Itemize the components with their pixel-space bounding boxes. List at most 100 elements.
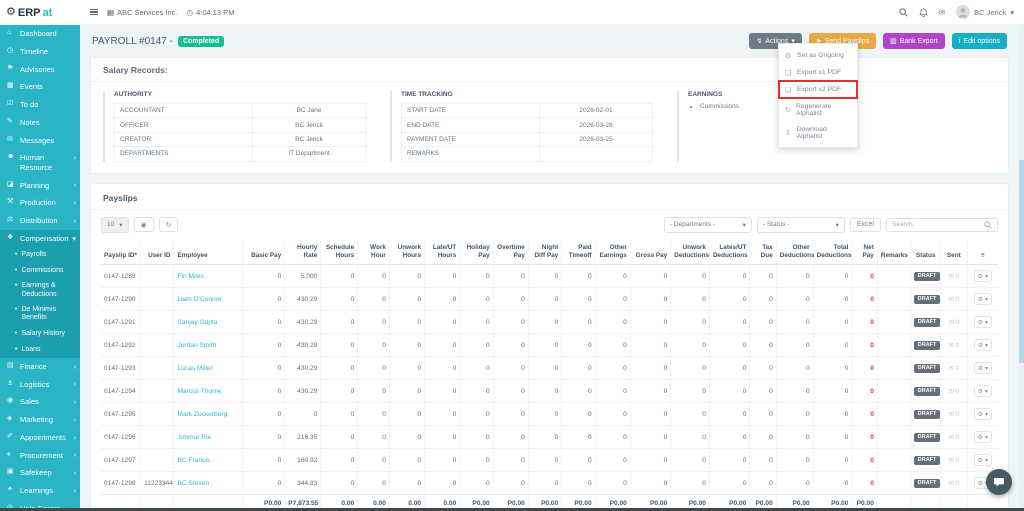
column-header-unwork-deductions[interactable]: Unwork Deductions bbox=[670, 239, 710, 266]
sidebar-item-messages[interactable]: ✉ Messages bbox=[0, 132, 80, 150]
notifications-bell-icon[interactable] bbox=[919, 7, 928, 17]
sidebar-item-salary-history[interactable]: • Salary History bbox=[0, 326, 80, 342]
bank-export-button[interactable]: ▥ Bank Export bbox=[883, 33, 945, 49]
row-actions-button[interactable]: ⚙▾ bbox=[973, 362, 992, 375]
amount-cell: 0 bbox=[749, 425, 777, 449]
amount-cell: 430.29 bbox=[284, 287, 322, 311]
sidebar-item-compensation[interactable]: ❖ Compensation ▾ bbox=[0, 230, 80, 248]
row-actions-button[interactable]: ⚙▾ bbox=[973, 270, 992, 283]
sidebar-item-procurement[interactable]: ♦ Procurement › bbox=[0, 446, 80, 464]
employee-link[interactable]: Johmar Rie bbox=[177, 434, 211, 441]
sidebar-item-advisories[interactable]: ⚑ Advisories bbox=[0, 61, 80, 79]
sidebar-item-earnings-deductions[interactable]: • Earnings & Deductions bbox=[0, 279, 80, 303]
status-filter-select[interactable]: - Status - ▾ bbox=[756, 216, 845, 233]
sidebar-item-de-minimis-benefits[interactable]: • De Minimis Benefits bbox=[0, 303, 80, 327]
excel-export-button[interactable]: Excel bbox=[849, 217, 881, 232]
sidebar-item-production[interactable]: ⚒ Production › bbox=[0, 194, 80, 212]
sidebar-item-payrolls[interactable]: • Payrolls bbox=[0, 247, 80, 263]
remarks-cell bbox=[877, 287, 912, 311]
refresh-button[interactable]: ↻ bbox=[158, 217, 179, 232]
row-actions-button[interactable]: ⚙▾ bbox=[973, 454, 992, 467]
sidebar-item-finance[interactable]: ▤ Finance › bbox=[0, 358, 80, 376]
menu-item-export-x2-pdf[interactable]: ❏ Export x2 PDF bbox=[778, 80, 858, 99]
employee-link[interactable]: Fin Miles bbox=[177, 273, 203, 280]
column-header-schedule-hours[interactable]: Schedule Hours bbox=[320, 239, 359, 266]
employee-link[interactable]: BC Steven bbox=[177, 480, 209, 487]
toggle-columns-eye-button[interactable]: ◉ bbox=[133, 217, 154, 232]
menu-toggle-icon[interactable] bbox=[90, 8, 98, 16]
edit-options-button[interactable]: i Edit options bbox=[951, 33, 1007, 49]
column-header-other-earnings[interactable]: Other Earnings bbox=[595, 239, 631, 266]
sidebar-item-dashboard[interactable]: ⌂ Dashboard bbox=[0, 25, 80, 43]
sidebar-item-commissions[interactable]: • Commissions bbox=[0, 263, 80, 279]
employee-link[interactable]: Mark Zuckerberg bbox=[177, 411, 227, 418]
column-header-employee[interactable]: Employee bbox=[173, 239, 244, 266]
row-actions-button[interactable]: ⚙▾ bbox=[973, 385, 992, 398]
column-header-tax-due[interactable]: Tax Due bbox=[749, 239, 777, 266]
sidebar-item-sales[interactable]: ◉ Sales › bbox=[0, 393, 80, 411]
sidebar-item-planning[interactable]: ◪ Planning › bbox=[0, 176, 80, 194]
sidebar-item-marketing[interactable]: ◈ Marketing › bbox=[0, 411, 80, 429]
scrollbar-thumb[interactable] bbox=[1019, 160, 1024, 364]
chevron-right-icon: › bbox=[73, 468, 77, 478]
column-header-overtime-pay[interactable]: Overtime Pay bbox=[493, 239, 529, 266]
column-header-paid-timeoff[interactable]: Paid Timeoff bbox=[561, 239, 596, 266]
employee-link[interactable]: Marcus Thorne bbox=[177, 388, 221, 395]
row-actions-button[interactable]: ⚙▾ bbox=[973, 339, 992, 352]
sidebar-item-learnings[interactable]: ✦ Learnings › bbox=[0, 482, 80, 500]
employee-link[interactable]: BC Francis bbox=[177, 457, 210, 464]
employee-link[interactable]: Lucas Miller bbox=[177, 365, 212, 372]
row-actions-button[interactable]: ⚙▾ bbox=[973, 431, 992, 444]
sidebar-item-distribution[interactable]: ⚖ Distribution › bbox=[0, 212, 80, 230]
sidebar-item-safekeep[interactable]: ▣ Safekeep › bbox=[0, 464, 80, 482]
sidebar-item-loans[interactable]: • Loans bbox=[0, 342, 80, 358]
scrollbar-track[interactable] bbox=[1019, 25, 1024, 508]
column-header-status[interactable]: Status bbox=[910, 239, 942, 266]
user-menu[interactable]: BC Jerick ▾ bbox=[956, 5, 1014, 19]
per-page-select[interactable]: 10 ▾ bbox=[101, 216, 129, 233]
sidebar-item-appointments[interactable]: ✐ Appointments › bbox=[0, 429, 80, 447]
employee-link[interactable]: Jordan Smith bbox=[177, 342, 216, 349]
column-header-work-hour[interactable]: Work Hour bbox=[357, 239, 390, 266]
column-header-gross-pay[interactable]: Gross Pay bbox=[630, 239, 672, 266]
sidebar-item-human-resource[interactable]: ☻ Human Resource › bbox=[0, 149, 80, 176]
column-header-basic-pay[interactable]: Basic Pay bbox=[242, 239, 286, 266]
employee-link[interactable]: Sanjay Gupta bbox=[177, 319, 217, 326]
column-header-sent[interactable]: Sent bbox=[940, 239, 968, 266]
menu-item-export-x1-pdf[interactable]: ❏ Export x1 PDF bbox=[779, 64, 857, 81]
menu-item-download-alphalist[interactable]: ↧ Download Alphalist bbox=[779, 121, 857, 144]
sidebar-item-timeline[interactable]: ◷ Timeline bbox=[0, 43, 80, 61]
column-header-lates-ut-deductions[interactable]: Lates/UT Deductions bbox=[709, 239, 751, 266]
column-header-total-deductions[interactable]: Total Deductions bbox=[813, 239, 853, 266]
amount-cell: 0 bbox=[595, 264, 631, 288]
chat-fab-button[interactable] bbox=[986, 469, 1012, 495]
column-header-remarks[interactable]: Remarks bbox=[877, 239, 912, 266]
sidebar-item-to-do[interactable]: ☑ To do bbox=[0, 96, 80, 114]
row-actions-button[interactable]: ⚙▾ bbox=[973, 293, 992, 306]
departments-filter-select[interactable]: - Departments - ▾ bbox=[663, 216, 752, 233]
column-header-payslip-id[interactable]: Payslip ID* bbox=[101, 239, 142, 266]
employee-link[interactable]: Liam O'Connor bbox=[177, 296, 221, 303]
amount-cell: 0 bbox=[242, 356, 286, 380]
row-actions-button[interactable]: ⚙▾ bbox=[973, 316, 992, 329]
menu-item-regenerate-alphalist[interactable]: ↻ Regenerate Alphalist bbox=[779, 98, 857, 121]
search-input[interactable] bbox=[892, 221, 981, 228]
column-header-late-ut-hours[interactable]: Late/UT Hours bbox=[424, 239, 461, 266]
column-header-user-id[interactable]: User ID bbox=[140, 239, 175, 266]
column-header-holiday-pay[interactable]: Holiday Pay bbox=[459, 239, 494, 266]
column-header-net-pay[interactable]: Net Pay bbox=[851, 239, 878, 266]
column-header-other-deductions[interactable]: Other Deductions bbox=[776, 239, 815, 266]
column-header-night-diff-pay[interactable]: Night Diff Pay bbox=[528, 239, 563, 266]
sidebar-item-logistics[interactable]: ⚓ Logistics › bbox=[0, 375, 80, 393]
mail-icon[interactable]: ✉ bbox=[939, 8, 945, 17]
brand-logo[interactable]: ⚙ ERP at bbox=[0, 0, 80, 25]
status-badge: DRAFT bbox=[914, 386, 940, 396]
columns-menu-icon[interactable]: ≡ bbox=[967, 239, 998, 266]
menu-item-set-as-ongoing[interactable]: ⚙ Set as Ongoing bbox=[779, 47, 857, 64]
search-icon[interactable] bbox=[899, 7, 908, 17]
row-actions-button[interactable]: ⚙▾ bbox=[973, 408, 992, 421]
sidebar-item-notes[interactable]: ✎ Notes bbox=[0, 114, 80, 132]
column-header-unwork-hours[interactable]: Unwork Hours bbox=[389, 239, 426, 266]
sidebar-item-events[interactable]: ▦ Events bbox=[0, 78, 80, 96]
column-header-hourly-rate[interactable]: Hourly Rate bbox=[284, 239, 322, 266]
